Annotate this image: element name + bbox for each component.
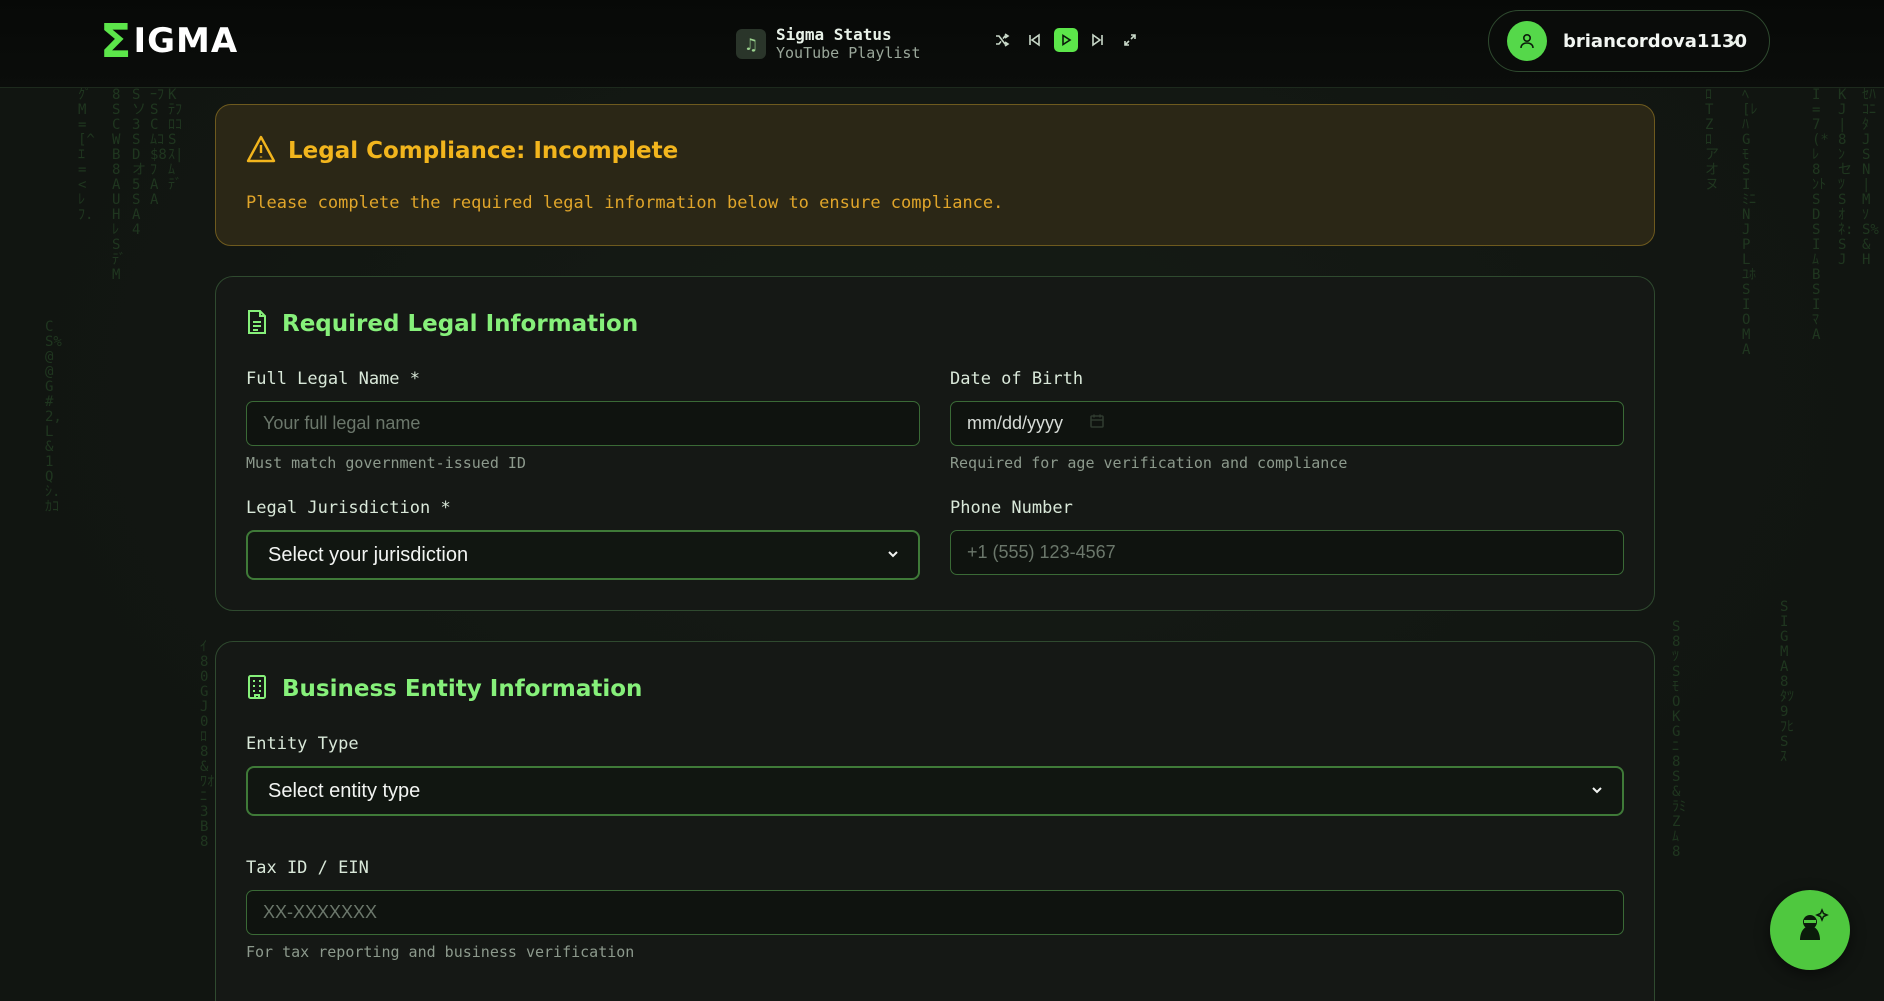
compliance-alert: Legal Compliance: Incomplete Please comp… xyxy=(215,104,1655,246)
phone-input[interactable]: +1 (555) 123-4567 xyxy=(950,530,1624,575)
expand-icon[interactable] xyxy=(1118,28,1142,52)
dob-hint: Required for age verification and compli… xyxy=(950,454,1348,472)
skip-back-icon[interactable] xyxy=(1022,28,1046,52)
logo-text: IGMA xyxy=(133,21,239,61)
warning-icon xyxy=(246,135,276,167)
alert-title: Legal Compliance: Incomplete xyxy=(288,138,679,164)
phone-label: Phone Number xyxy=(950,498,1073,518)
chevron-down-icon xyxy=(1590,780,1604,803)
music-note-icon: ♫ xyxy=(736,29,766,59)
business-info-card: Business Entity Information Entity Type … xyxy=(215,641,1655,1001)
dob-input[interactable]: mm/dd/yyyy xyxy=(950,401,1624,446)
calendar-icon[interactable] xyxy=(1089,413,1105,434)
tax-id-label: Tax ID / EIN xyxy=(246,858,369,878)
player-subtitle: YouTube Playlist xyxy=(776,44,921,62)
player-title: Sigma Status xyxy=(776,25,892,44)
entity-type-field: Entity Type Select entity type Tax ID / … xyxy=(246,734,1624,961)
assistant-fab-button[interactable] xyxy=(1770,890,1850,970)
player-controls xyxy=(990,28,1142,52)
play-icon[interactable] xyxy=(1054,28,1078,52)
user-avatar-icon xyxy=(1507,21,1547,61)
phone-field: Phone Number +1 (555) 123-4567 xyxy=(950,498,1624,580)
card-title-row: Business Entity Information xyxy=(246,674,1624,704)
tax-id-field: Tax ID / EIN XX-XXXXXXX For tax reportin… xyxy=(246,858,1624,961)
tax-id-input[interactable]: XX-XXXXXXX xyxy=(246,890,1624,935)
entity-type-select[interactable]: Select entity type xyxy=(246,766,1624,816)
sigma-logo[interactable]: Σ IGMA xyxy=(100,14,239,68)
username: briancordova1130 xyxy=(1563,30,1748,52)
tax-id-hint: For tax reporting and business verificat… xyxy=(246,943,635,961)
full-name-field: Full Legal Name * Your full legal name M… xyxy=(246,369,920,472)
alert-text: Please complete the required legal infor… xyxy=(246,193,1004,213)
assistant-bot-icon xyxy=(1788,906,1832,954)
chevron-down-icon xyxy=(886,544,900,567)
full-name-input[interactable]: Your full legal name xyxy=(246,401,920,446)
business-section-title: Business Entity Information xyxy=(282,676,643,702)
skip-forward-icon[interactable] xyxy=(1086,28,1110,52)
jurisdiction-label: Legal Jurisdiction * xyxy=(246,498,451,518)
legal-info-card: Required Legal Information Full Legal Na… xyxy=(215,276,1655,611)
top-navbar: Σ IGMA ♫ Sigma Status YouTube Playlist b… xyxy=(0,0,1884,88)
jurisdiction-value: Select your jurisdiction xyxy=(268,543,469,566)
logo-sigma-glyph: Σ xyxy=(100,14,132,68)
entity-type-label: Entity Type xyxy=(246,734,359,754)
jurisdiction-select[interactable]: Select your jurisdiction xyxy=(246,530,920,580)
document-icon xyxy=(246,309,268,339)
dob-field: Date of Birth mm/dd/yyyy Required for ag… xyxy=(950,369,1624,472)
card-title-row: Required Legal Information xyxy=(246,309,1624,339)
shuffle-icon[interactable] xyxy=(990,28,1014,52)
dob-label: Date of Birth xyxy=(950,369,1084,389)
chevron-down-icon xyxy=(1725,33,1741,53)
legal-section-title: Required Legal Information xyxy=(282,311,639,337)
building-icon xyxy=(246,674,268,704)
player-meta: Sigma Status YouTube Playlist xyxy=(776,25,921,63)
jurisdiction-field: Legal Jurisdiction * Select your jurisdi… xyxy=(246,498,920,580)
alert-title-row: Legal Compliance: Incomplete xyxy=(246,135,1624,167)
dob-value: mm/dd/yyyy xyxy=(967,413,1064,433)
legal-fields-grid: Full Legal Name * Your full legal name M… xyxy=(246,369,1624,580)
main-content: Legal Compliance: Incomplete Please comp… xyxy=(215,104,1655,1001)
entity-type-value: Select entity type xyxy=(268,779,421,802)
full-name-label: Full Legal Name * xyxy=(246,369,420,389)
full-name-hint: Must match government-issued ID xyxy=(246,454,526,472)
music-player: ♫ Sigma Status YouTube Playlist xyxy=(736,22,921,66)
user-menu-button[interactable]: briancordova1130 xyxy=(1488,10,1770,72)
